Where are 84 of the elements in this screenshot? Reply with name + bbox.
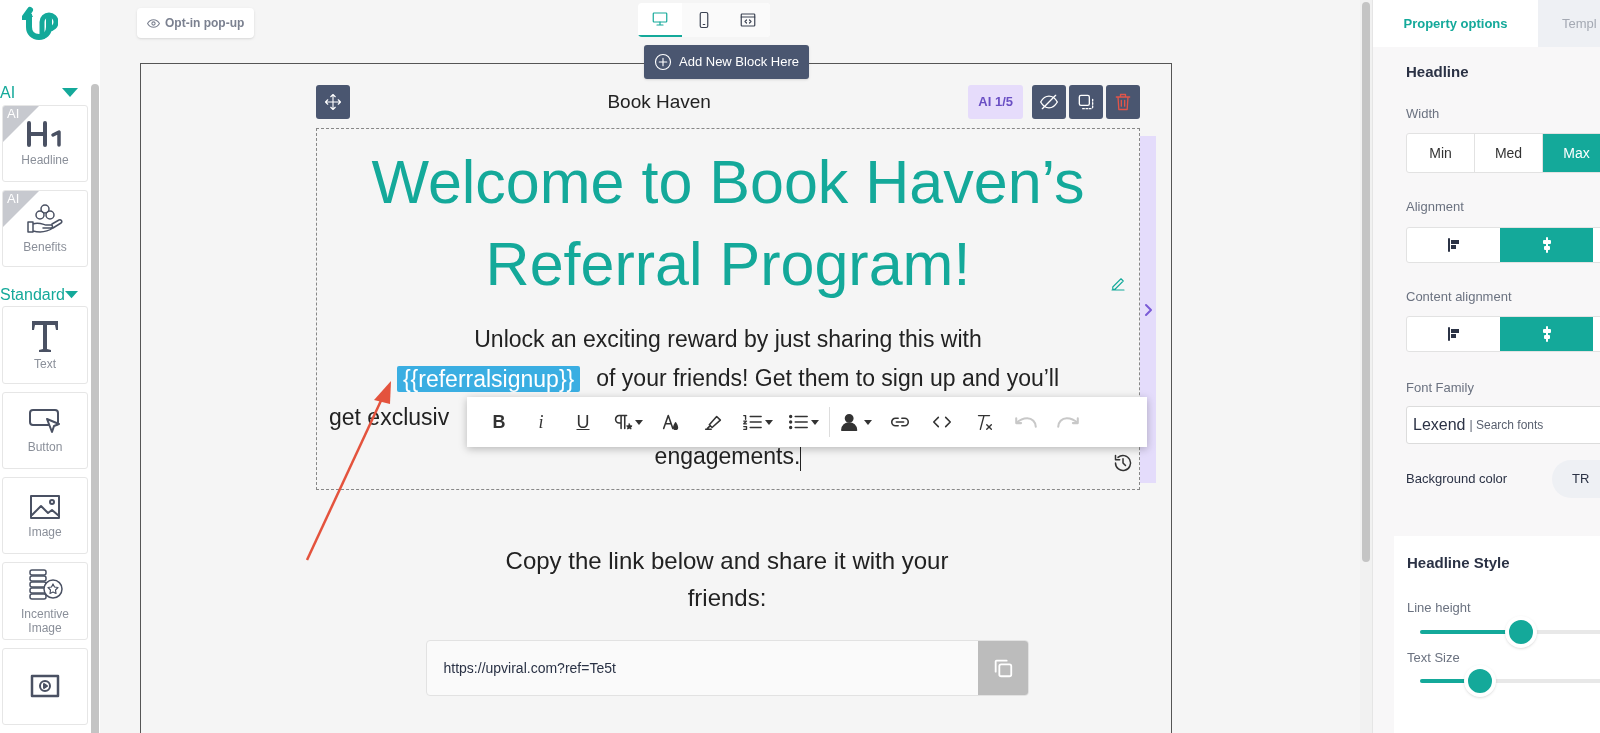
corner-ribbon: [3, 190, 39, 227]
block-label: Incentive Image: [20, 606, 70, 635]
video-icon: [29, 673, 61, 700]
desktop-icon: [651, 10, 670, 28]
field-label: Text Size: [1407, 648, 1461, 667]
paragraph-text: Unlock an exciting reward by just sharing this with: [474, 325, 982, 354]
hide-button[interactable]: [1032, 85, 1066, 119]
paragraph-text: engagements.: [654, 442, 801, 471]
link-field[interactable]: https://upviral.com?ref=Te5t: [425, 640, 1029, 696]
add-block-button[interactable]: Add New Block Here: [644, 45, 809, 79]
block-card[interactable]: Image: [2, 477, 88, 555]
caret-down-icon: [864, 419, 872, 425]
move-icon: [324, 93, 342, 111]
share-instructions: Copy the link below and share it with your friends:: [504, 546, 950, 613]
duplicate-icon: [1076, 92, 1096, 112]
panel-tab[interactable]: Property options: [1373, 0, 1538, 47]
panel-tab[interactable]: Templ: [1538, 0, 1600, 47]
serif-t-icon: [30, 319, 60, 353]
device-tab[interactable]: [726, 3, 771, 37]
field-label: Content alignment: [1406, 287, 1513, 306]
block-card[interactable]: Text: [2, 306, 88, 384]
color-picker[interactable]: TR: [1552, 459, 1600, 498]
device-tab[interactable]: [682, 3, 727, 37]
block-card[interactable]: AI Benefits: [2, 189, 88, 268]
scrollbar[interactable]: [1362, 2, 1370, 562]
undo-icon: [1015, 416, 1037, 428]
move-button[interactable]: [316, 85, 350, 119]
eye-icon: [147, 16, 160, 30]
eye-off-icon: [1039, 92, 1059, 112]
ai-label: AI: [7, 106, 20, 120]
align-left-icon: [1445, 326, 1462, 342]
block-title: Book Haven: [606, 89, 712, 114]
field-label: Font Family: [1406, 379, 1475, 397]
trash-icon: [1113, 92, 1133, 112]
plus-circle-icon: [654, 53, 672, 71]
section-heading[interactable]: AI: [0, 84, 16, 101]
image-icon: [28, 492, 62, 521]
code-window-icon: [739, 11, 758, 29]
field-label: Alignment: [1406, 198, 1465, 216]
duplicate-button[interactable]: [1069, 85, 1103, 119]
ai-counter-badge: AI 1/5: [968, 85, 1023, 119]
block-label: Benefits: [23, 240, 67, 255]
block-card[interactable]: [2, 647, 88, 725]
corner-ribbon: [3, 105, 39, 142]
format-button[interactable]: B: [481, 404, 517, 440]
side-handle[interactable]: [1140, 136, 1156, 483]
width-option[interactable]: Max: [1543, 134, 1600, 172]
preview-button[interactable]: Opt-in pop-up: [137, 8, 255, 38]
block-label: Text: [34, 357, 56, 371]
link-text: https://upviral.com?ref=Te5t: [442, 658, 617, 678]
logo-icon[interactable]: [22, 6, 58, 42]
scrollbar[interactable]: [91, 84, 99, 733]
block-card[interactable]: Button: [2, 391, 88, 469]
merge-tag[interactable]: {{referralsignup}}: [396, 365, 581, 392]
caret-down-icon: [811, 419, 819, 425]
block-label: Button: [27, 440, 63, 455]
chevron-right-icon: [1143, 302, 1153, 317]
block-label: Headline: [21, 153, 69, 168]
field-value: Lexend: [1413, 414, 1466, 435]
paragraph-text: of your friends! Get them to sign up and you’ll: [596, 364, 1060, 393]
align-left-icon: [1445, 236, 1462, 253]
field-label: Background color: [1406, 469, 1509, 488]
caret-down-icon[interactable]: [64, 289, 78, 300]
ai-label: AI: [7, 191, 20, 205]
width-option[interactable]: Min: [1407, 134, 1475, 172]
section-heading[interactable]: Standard: [0, 286, 65, 303]
pencil-icon[interactable]: [1109, 275, 1127, 293]
section-title: Headline: [1406, 62, 1470, 82]
format-button[interactable]: U: [565, 404, 601, 440]
block-card[interactable]: Incentive Image: [2, 562, 88, 640]
field-placeholder: | Search fonts: [1469, 416, 1544, 434]
caret-down-icon[interactable]: [62, 87, 78, 98]
headline: Welcome to Book Haven’s Referral Program!: [370, 147, 1086, 300]
section-title: Headline Style: [1407, 552, 1511, 573]
redo-icon: [1057, 416, 1079, 428]
history-icon[interactable]: [1113, 453, 1133, 473]
block-label: Image: [28, 524, 62, 539]
field-label: Width: [1406, 104, 1441, 123]
caret-down-icon: [635, 419, 643, 425]
caret-down-icon: [765, 419, 773, 425]
block-card[interactable]: AI Headline: [2, 104, 88, 182]
font-family-field[interactable]: Lexend | Search fonts: [1406, 405, 1600, 444]
field-label: Line height: [1407, 599, 1472, 617]
format-button[interactable]: i: [523, 404, 559, 440]
